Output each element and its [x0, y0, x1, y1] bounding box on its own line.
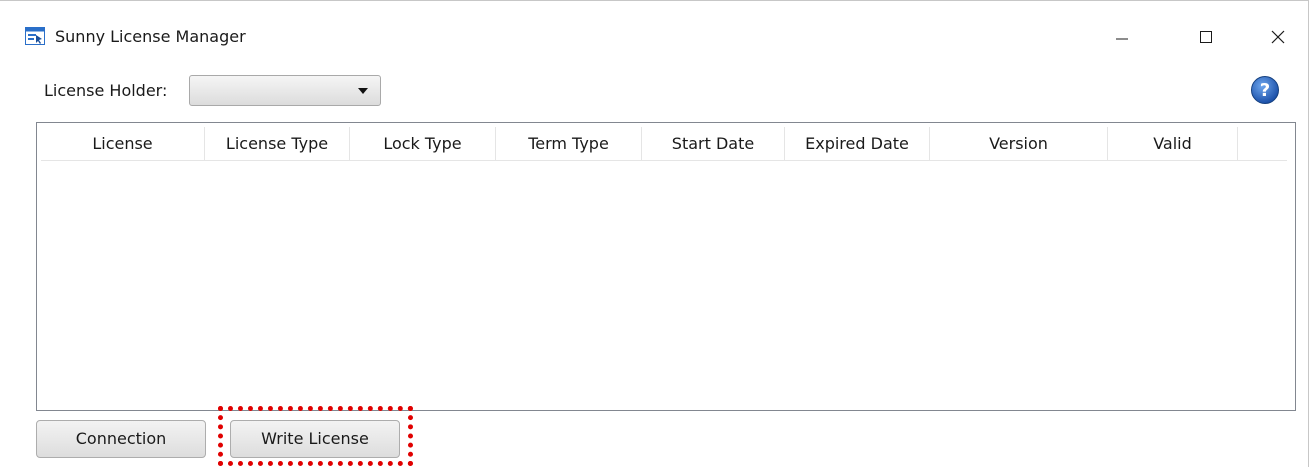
column-header-version[interactable]: Version [930, 127, 1108, 160]
column-header-lock-type[interactable]: Lock Type [350, 127, 496, 160]
highlight-annotation [218, 406, 413, 466]
column-header-start-date[interactable]: Start Date [642, 127, 785, 160]
window-title: Sunny License Manager [55, 27, 246, 46]
license-holder-dropdown[interactable] [189, 75, 381, 106]
license-holder-label: License Holder: [44, 81, 168, 100]
help-icon[interactable]: ? [1250, 75, 1280, 105]
maximize-button[interactable] [1186, 21, 1226, 53]
app-window-icon [25, 27, 45, 45]
license-table[interactable]: License License Type Lock Type Term Type… [36, 122, 1296, 411]
close-button[interactable] [1258, 21, 1298, 53]
column-header-license-type[interactable]: License Type [205, 127, 350, 160]
maximize-icon [1200, 31, 1212, 43]
minimize-icon [1116, 38, 1128, 40]
column-header-valid[interactable]: Valid [1108, 127, 1238, 160]
license-manager-window: Sunny License Manager License Holder: ? … [0, 0, 1309, 467]
column-header-term-type[interactable]: Term Type [496, 127, 642, 160]
column-header-filler [1238, 127, 1287, 160]
column-header-expired-date[interactable]: Expired Date [785, 127, 930, 160]
column-header-license[interactable]: License [41, 127, 205, 160]
chevron-down-icon [358, 88, 368, 94]
close-icon [1271, 30, 1285, 44]
table-header: License License Type Lock Type Term Type… [41, 127, 1287, 161]
svg-text:?: ? [1260, 80, 1270, 101]
minimize-button[interactable] [1102, 21, 1142, 53]
table-body[interactable] [41, 161, 1291, 406]
connection-button[interactable]: Connection [36, 420, 206, 458]
title-bar[interactable]: Sunny License Manager [0, 1, 1309, 65]
